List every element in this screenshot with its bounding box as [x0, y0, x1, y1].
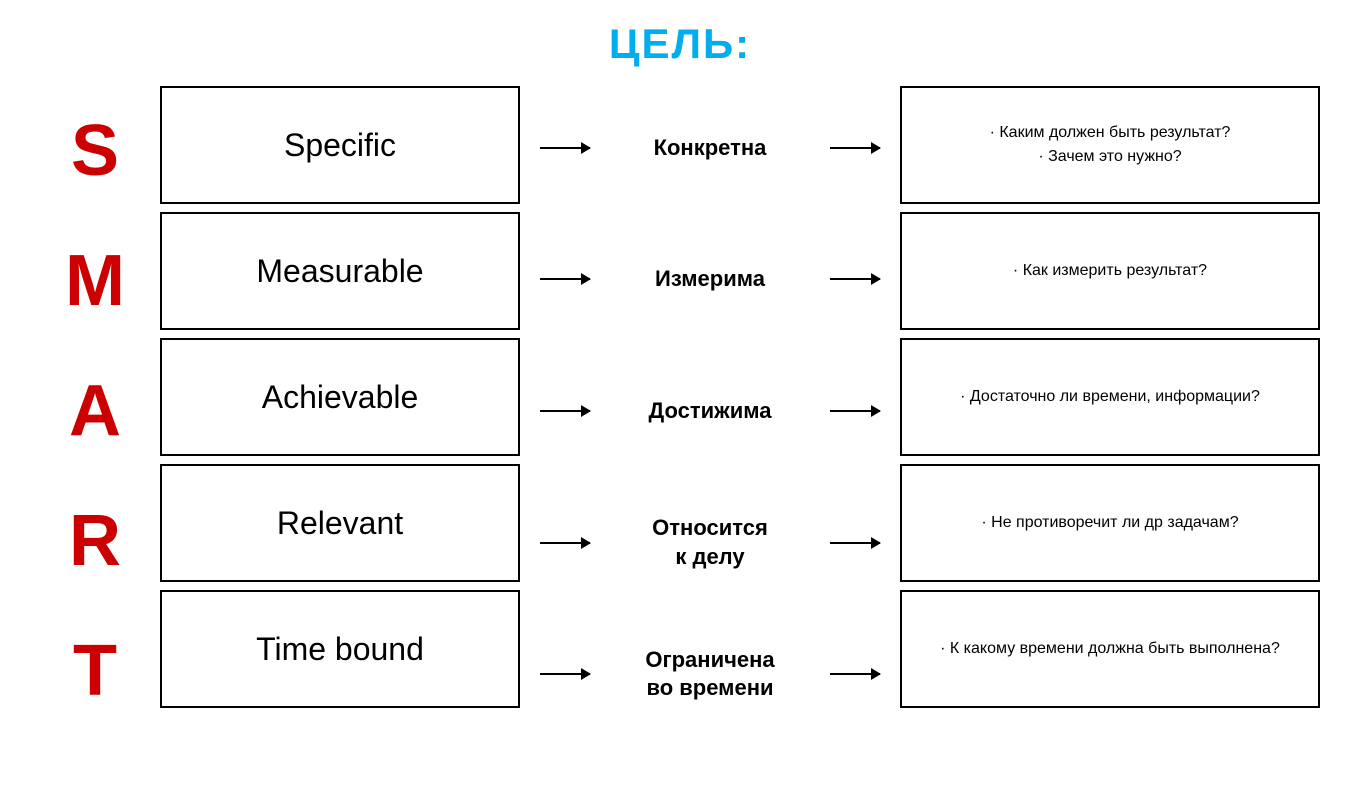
- arrow2-M: [810, 220, 900, 338]
- description-column: · Каким должен быть результат? · Зачем э…: [900, 86, 1320, 736]
- english-box-M: Measurable: [160, 212, 520, 330]
- desc-box-R: · Не противоречит ли др задачам?: [900, 464, 1320, 582]
- arrow2-S: [810, 89, 900, 207]
- letter-T: T: [40, 606, 150, 736]
- arrow-line: [540, 542, 590, 544]
- arrow-line: [830, 673, 880, 675]
- english-boxes-column: SpecificMeasurableAchievableRelevantTime…: [160, 86, 520, 736]
- first-arrows-column: [520, 86, 610, 736]
- arrow2-R: [810, 484, 900, 602]
- russian-cell-M: Измерима: [610, 220, 810, 338]
- arrow-line: [540, 673, 590, 675]
- second-arrows-column: [810, 86, 900, 736]
- page-title: ЦЕЛЬ:: [609, 20, 751, 68]
- desc-box-M: · Как измерить результат?: [900, 212, 1320, 330]
- arrow2-A: [810, 352, 900, 470]
- english-box-T: Time bound: [160, 590, 520, 708]
- english-box-R: Relevant: [160, 464, 520, 582]
- arrow1-M: [520, 220, 610, 338]
- arrow-line: [540, 278, 590, 280]
- smart-diagram: SMART SpecificMeasurableAchievableReleva…: [40, 86, 1320, 736]
- russian-cell-R: Относится к делу: [610, 484, 810, 602]
- arrow1-R: [520, 484, 610, 602]
- arrow-line: [540, 147, 590, 149]
- arrow2-T: [810, 615, 900, 733]
- letters-column: SMART: [40, 86, 150, 736]
- arrow1-A: [520, 352, 610, 470]
- arrow1-T: [520, 615, 610, 733]
- arrow-line: [830, 542, 880, 544]
- letter-R: R: [40, 476, 150, 606]
- russian-cell-T: Ограничена во времени: [610, 615, 810, 733]
- arrow-line: [540, 410, 590, 412]
- arrow-line: [830, 410, 880, 412]
- letter-A: A: [40, 346, 150, 476]
- desc-box-A: · Достаточно ли времени, информации?: [900, 338, 1320, 456]
- russian-cell-A: Достижима: [610, 352, 810, 470]
- desc-box-S: · Каким должен быть результат? · Зачем э…: [900, 86, 1320, 204]
- arrow-line: [830, 147, 880, 149]
- letter-M: M: [40, 216, 150, 346]
- english-box-S: Specific: [160, 86, 520, 204]
- russian-column: Конкретна Измерима Достижима Относится к де…: [610, 86, 810, 736]
- desc-box-T: · К какому времени должна быть выполнена…: [900, 590, 1320, 708]
- english-box-A: Achievable: [160, 338, 520, 456]
- arrow1-S: [520, 89, 610, 207]
- letter-S: S: [40, 86, 150, 216]
- arrow-line: [830, 278, 880, 280]
- russian-cell-S: Конкретна: [610, 89, 810, 207]
